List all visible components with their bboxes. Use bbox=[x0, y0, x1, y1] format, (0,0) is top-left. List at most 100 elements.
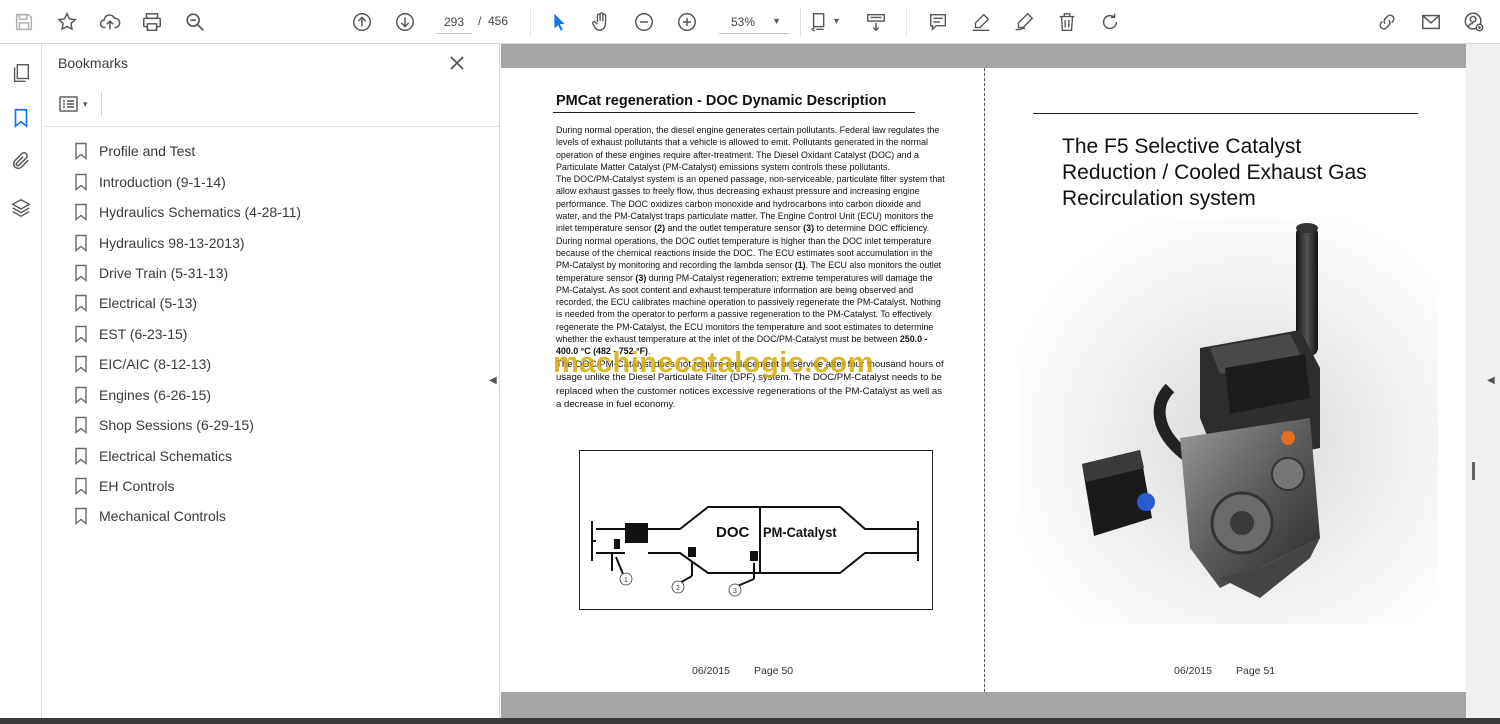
bookmark-icon bbox=[75, 325, 87, 343]
zoom-out-icon[interactable] bbox=[630, 8, 658, 36]
print-icon[interactable] bbox=[138, 8, 166, 36]
bookmark-label: EIC/AIC (8-12-13) bbox=[99, 356, 212, 373]
right-page-title: The F5 Selective Catalyst Reduction / Co… bbox=[1062, 135, 1367, 210]
pages-icon[interactable] bbox=[8, 60, 34, 86]
bookmark-icon bbox=[75, 295, 87, 313]
page-divider bbox=[984, 68, 985, 692]
footer-date: 06/2015 bbox=[692, 665, 730, 677]
comment-icon[interactable] bbox=[924, 8, 952, 36]
bookmark-item[interactable]: EIC/AIC (8-12-13) bbox=[73, 349, 473, 379]
taskbar-strip bbox=[0, 718, 1500, 724]
bookmark-icon bbox=[75, 173, 87, 191]
share-link-icon[interactable] bbox=[1373, 8, 1401, 36]
expand-right-panel-icon[interactable]: ◀ bbox=[1487, 375, 1495, 386]
bookmarks-panel: Bookmarks ▾ Profile and Test Introduction… bbox=[43, 44, 500, 720]
highlight-icon[interactable] bbox=[967, 8, 995, 36]
attachment-icon[interactable] bbox=[8, 148, 34, 174]
paragraph-2: The DOC/PM-Catalyst system is an opened … bbox=[556, 174, 945, 356]
bookmark-item[interactable]: Electrical (5-13) bbox=[73, 288, 473, 318]
sign-icon[interactable] bbox=[1010, 8, 1038, 36]
rotate-icon[interactable] bbox=[1096, 8, 1124, 36]
footer-page-number: Page 51 bbox=[1236, 665, 1276, 677]
bookmark-icon bbox=[75, 264, 87, 282]
heading-underline bbox=[553, 112, 915, 113]
zoom-dropdown[interactable]: 53% ▼ bbox=[719, 10, 789, 34]
text-run: during PM-Catalyst regeneration; extreme… bbox=[556, 272, 941, 345]
email-icon[interactable] bbox=[1417, 8, 1445, 36]
bookmark-icon bbox=[75, 234, 87, 252]
fit-page-icon[interactable] bbox=[806, 8, 834, 36]
ref-number: (2) bbox=[654, 223, 666, 234]
page-separator: / bbox=[478, 14, 482, 28]
zoom-in-icon[interactable] bbox=[673, 8, 701, 36]
upload-icon[interactable] bbox=[96, 8, 124, 36]
toolbar-divider bbox=[800, 8, 801, 36]
text-run: and the outlet temperature sensor bbox=[665, 223, 804, 234]
close-icon[interactable] bbox=[447, 53, 467, 73]
layers-icon[interactable] bbox=[8, 195, 34, 221]
bookmark-label: Electrical (5-13) bbox=[99, 295, 198, 312]
zoom-search-icon[interactable] bbox=[181, 8, 209, 36]
bookmark-icon bbox=[75, 508, 87, 526]
bookmark-item[interactable]: Engines (6-26-15) bbox=[73, 380, 473, 410]
collapse-panel-icon[interactable]: ◀ bbox=[489, 375, 497, 386]
watermark: machinecatalogic.com bbox=[553, 347, 875, 379]
bookmark-item[interactable]: Drive Train (5-31-13) bbox=[73, 258, 473, 288]
bookmark-label: Drive Train (5-31-13) bbox=[99, 264, 229, 281]
bookmark-options-button[interactable]: ▾ bbox=[58, 93, 94, 115]
star-icon[interactable] bbox=[53, 8, 81, 36]
bookmark-item[interactable]: Hydraulics 98-13-2013) bbox=[73, 227, 473, 257]
panel-divider bbox=[101, 91, 102, 117]
bookmark-icon bbox=[75, 356, 87, 374]
list-options-icon bbox=[59, 96, 78, 112]
diagram-label-pm: PM-Catalyst bbox=[763, 525, 837, 541]
bookmark-label: EST (6-23-15) bbox=[99, 325, 188, 342]
engine-illustration bbox=[1020, 218, 1438, 624]
bookmark-item[interactable]: Hydraulics Schematics (4-28-11) bbox=[73, 197, 473, 227]
ref-number: (3) bbox=[803, 223, 815, 234]
callout-3: 3 bbox=[733, 588, 737, 595]
navigation-rail bbox=[0, 44, 42, 720]
hand-icon[interactable] bbox=[587, 8, 615, 36]
bookmark-icon bbox=[75, 477, 87, 495]
bookmark-item[interactable]: Mechanical Controls bbox=[73, 501, 473, 531]
page-number-input[interactable] bbox=[436, 10, 472, 34]
bookmark-label: Shop Sessions (6-29-15) bbox=[99, 417, 254, 434]
chevron-down-icon: ▾ bbox=[83, 98, 88, 109]
bookmark-item[interactable]: Shop Sessions (6-29-15) bbox=[73, 410, 473, 440]
main-toolbar: / 456 53% ▼ ▾ bbox=[0, 0, 1500, 44]
bookmark-icon bbox=[75, 143, 87, 161]
account-icon[interactable] bbox=[1460, 8, 1488, 36]
page-heading: PMCat regeneration - DOC Dynamic Descrip… bbox=[556, 93, 887, 109]
ref-number: (1) bbox=[794, 260, 806, 271]
bookmark-label: Electrical Schematics bbox=[99, 447, 233, 464]
delete-icon[interactable] bbox=[1053, 8, 1081, 36]
bookmark-item[interactable]: EST (6-23-15) bbox=[73, 319, 473, 349]
chevron-down-icon: ▼ bbox=[772, 16, 781, 26]
bookmark-icon bbox=[75, 416, 87, 435]
engine-image bbox=[1020, 218, 1438, 624]
page-down-icon[interactable] bbox=[391, 8, 419, 36]
callout-1: 1 bbox=[624, 577, 628, 584]
bookmark-label: Introduction (9-1-14) bbox=[99, 173, 226, 190]
select-arrow-icon[interactable] bbox=[545, 8, 573, 36]
paragraph-1: During normal operation, the diesel engi… bbox=[556, 125, 940, 172]
page-gap-bottom bbox=[501, 692, 1466, 718]
bookmark-item[interactable]: Introduction (9-1-14) bbox=[73, 166, 473, 196]
chevron-down-icon[interactable]: ▾ bbox=[834, 16, 839, 27]
bookmark-icon bbox=[75, 386, 87, 404]
bookmark-item[interactable]: Profile and Test bbox=[73, 136, 473, 166]
page-up-icon[interactable] bbox=[348, 8, 376, 36]
page-gap-top bbox=[501, 44, 1466, 68]
scroll-mode-icon[interactable] bbox=[862, 8, 890, 36]
exhaust-diagram-drawing: DOC PM-Catalyst 1 2 3 bbox=[591, 506, 919, 597]
bookmark-item[interactable]: Electrical Schematics bbox=[73, 440, 473, 470]
footer-page-number: Page 50 bbox=[754, 665, 794, 677]
bookmark-label: Engines (6-26-15) bbox=[99, 386, 212, 403]
save-icon[interactable] bbox=[10, 8, 38, 36]
bookmark-item[interactable]: EH Controls bbox=[73, 471, 473, 501]
bookmark-icon bbox=[75, 203, 87, 222]
bookmark-icon[interactable] bbox=[8, 105, 34, 131]
bookmark-label: Hydraulics 98-13-2013) bbox=[99, 234, 245, 251]
scrollbar-thumb[interactable] bbox=[1472, 462, 1475, 480]
